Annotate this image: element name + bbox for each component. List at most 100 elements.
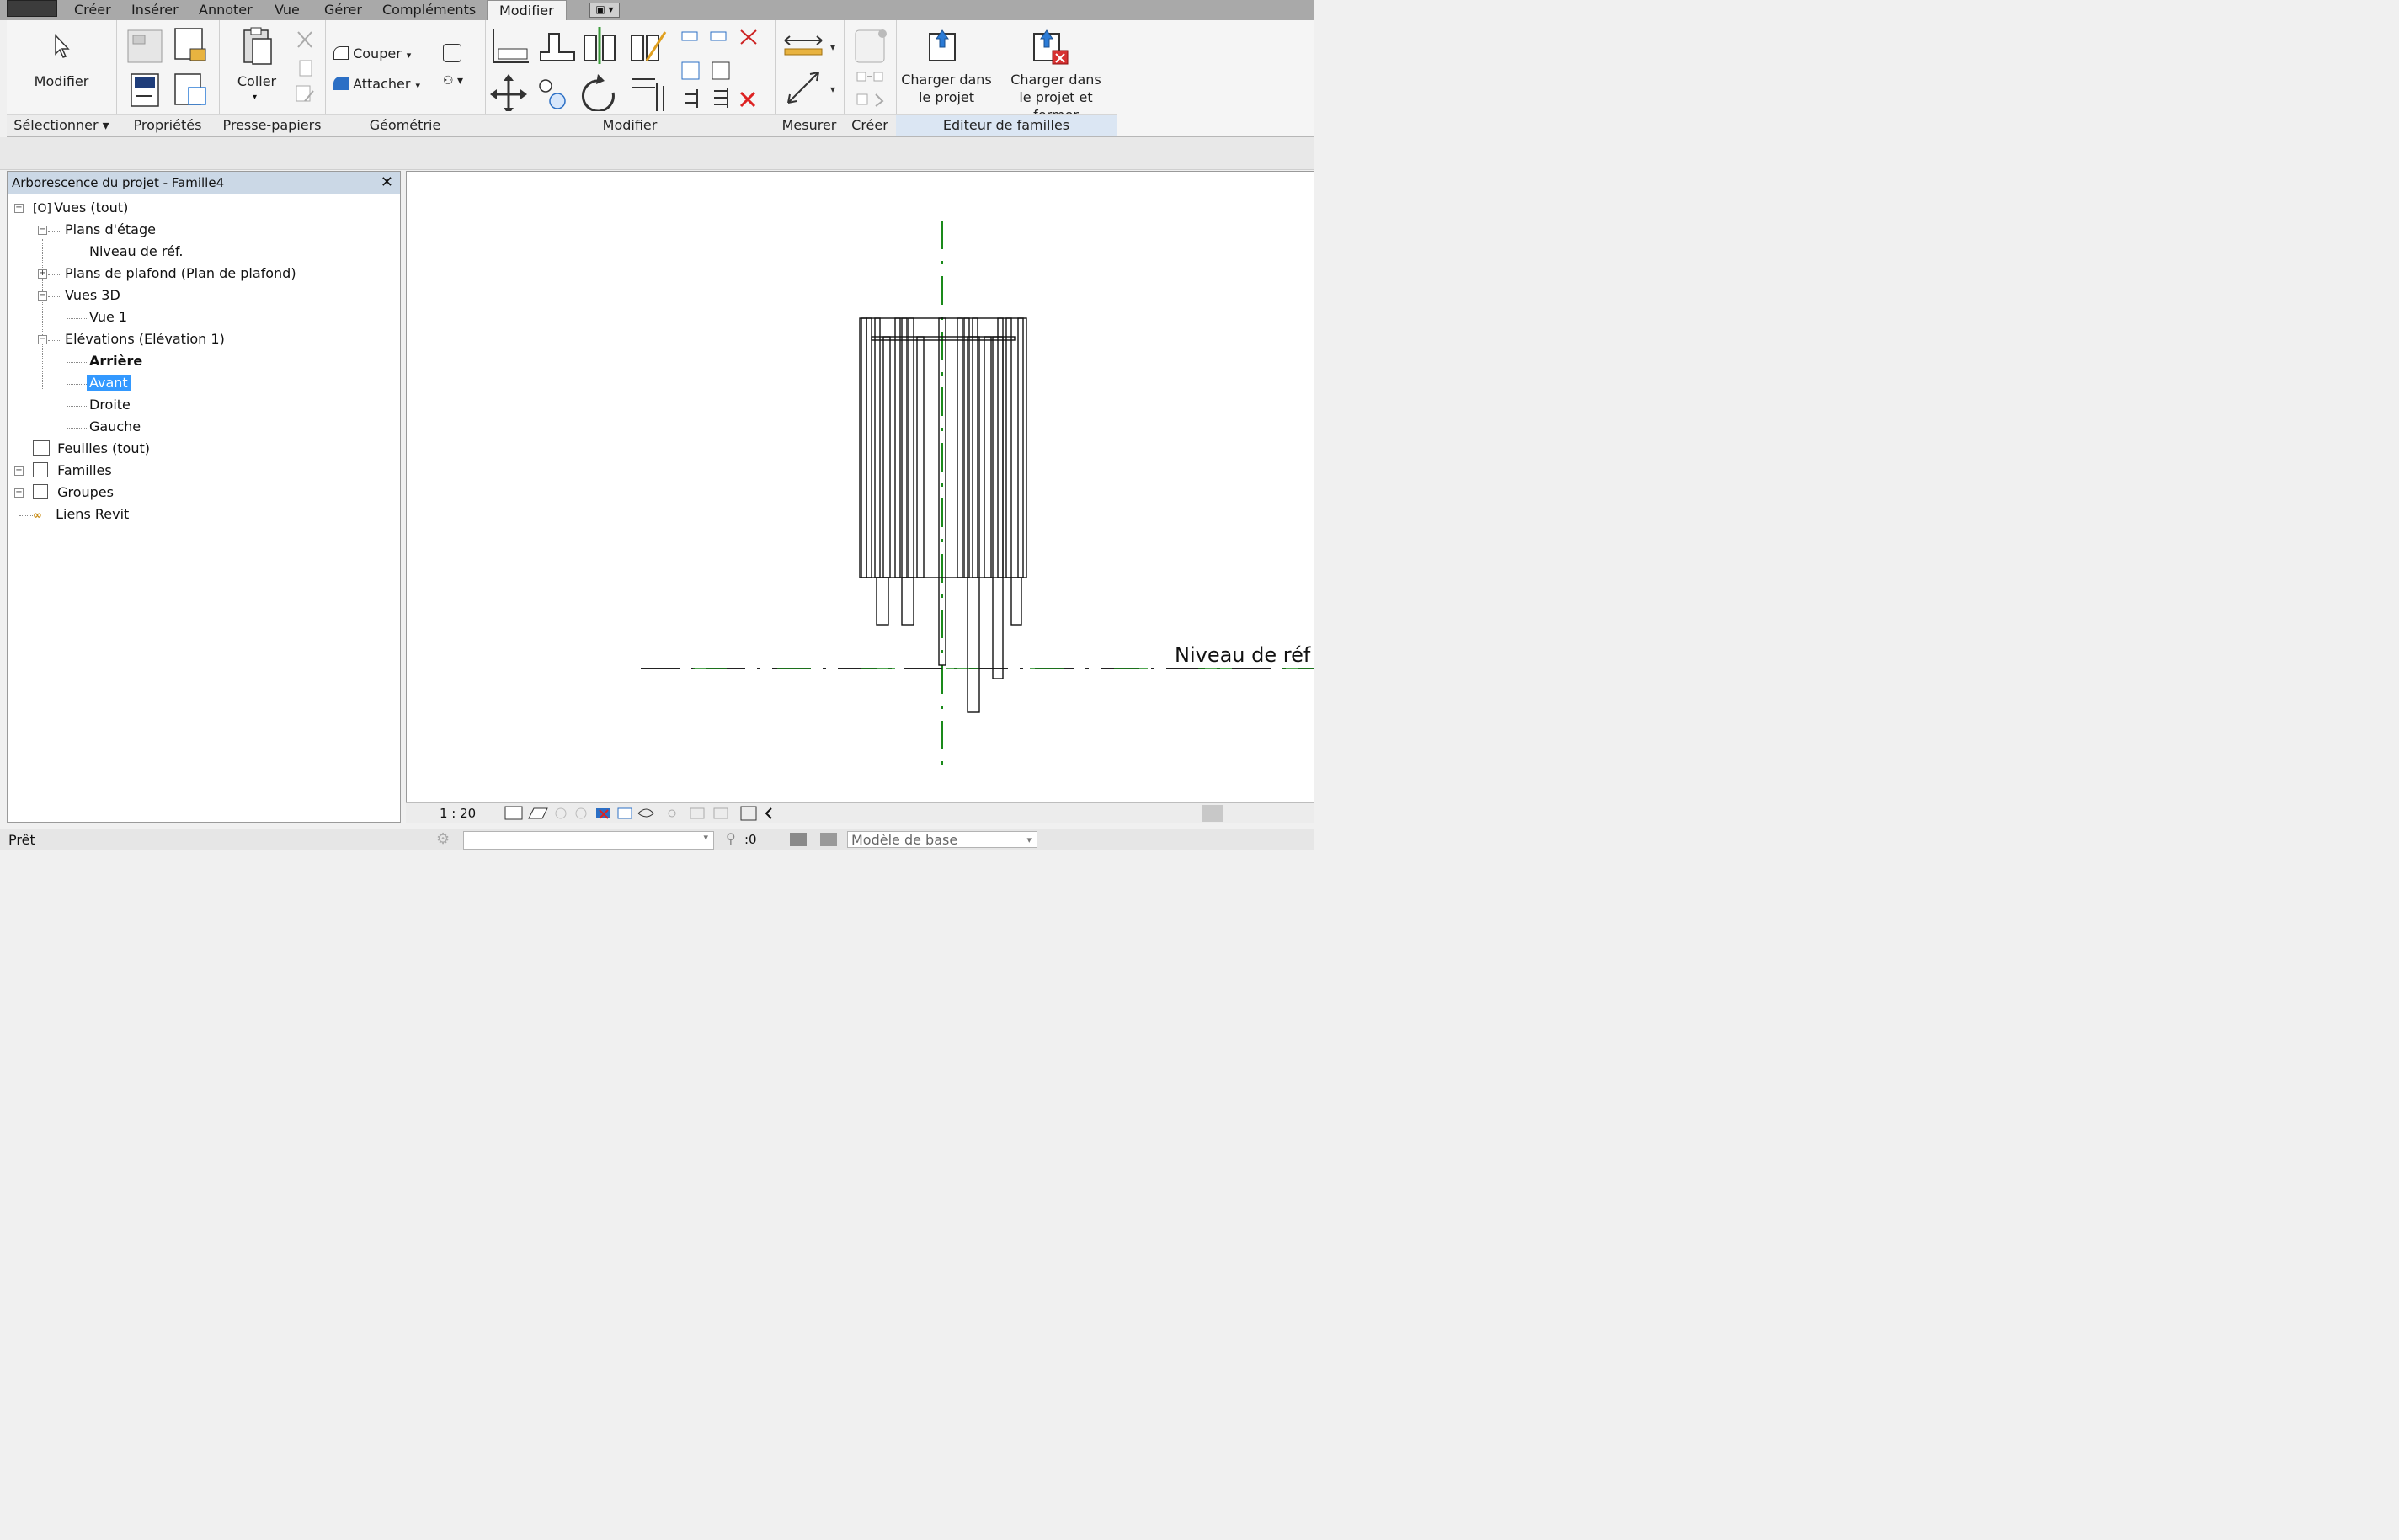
paste-dropdown-icon[interactable]: ▾ — [253, 93, 257, 102]
design-options-icon[interactable] — [820, 833, 837, 846]
tree-item-back[interactable]: Arrière — [89, 352, 142, 370]
tab-complements[interactable]: Compléments — [382, 2, 476, 18]
tree-item-views[interactable]: [O] Vues (tout) — [33, 199, 128, 218]
panel-measure: ▾ ▾ Mesurer — [775, 20, 845, 136]
cut-geometry-button[interactable]: Couper ▾ — [333, 45, 411, 61]
tree-item-left[interactable]: Gauche — [89, 418, 141, 436]
expand-ceiling-plans-icon[interactable]: + — [38, 269, 47, 279]
collapse-elevations-icon[interactable]: − — [38, 335, 47, 344]
cut-copy-icons[interactable] — [293, 29, 318, 106]
tree-line — [19, 515, 33, 516]
tree-item-groups[interactable]: Groupes — [33, 483, 114, 502]
editing-requests-icon[interactable] — [790, 833, 807, 846]
status-bar: Prêt ⚙ ▾ ⚲ :0 Modèle de base ▾ — [0, 829, 1314, 850]
tab-inserer[interactable]: Insérer — [131, 2, 179, 18]
view-scale[interactable]: 1 : 20 — [440, 806, 476, 821]
selection-filter-icon[interactable]: ⚲ — [726, 830, 736, 846]
status-text: Prêt — [8, 832, 35, 848]
panel-select: Modifier Sélectionner ▾ — [7, 20, 117, 136]
level-label: Niveau de réf — [1175, 643, 1311, 667]
drawing-canvas[interactable]: Niveau de réf — [406, 171, 1314, 803]
tab-creer[interactable]: Créer — [74, 2, 111, 18]
tree-item-3d-views[interactable]: Vues 3D — [65, 286, 120, 305]
tab-gerer[interactable]: Gérer — [324, 2, 362, 18]
panel-create: Créer — [844, 20, 897, 136]
view-control-icons[interactable] — [504, 805, 798, 822]
tree-line — [48, 340, 61, 341]
expand-families-icon[interactable]: + — [14, 466, 24, 476]
wall-joins-icon[interactable] — [443, 44, 461, 62]
tree-item-right[interactable]: Droite — [89, 396, 131, 414]
tree-label: Feuilles (tout) — [57, 440, 150, 456]
tree-item-ceiling-plans[interactable]: Plans de plafond (Plan de plafond) — [65, 264, 296, 283]
tree-item-front[interactable]: Avant — [87, 374, 131, 392]
tree-label-selected: Avant — [87, 375, 131, 391]
paste-button[interactable]: Coller — [227, 72, 286, 90]
close-icon[interactable]: ✕ — [381, 172, 393, 194]
tree-line — [67, 406, 87, 407]
application-button[interactable] — [7, 0, 57, 17]
tree-item-ref-level[interactable]: Niveau de réf. — [89, 242, 183, 261]
join-geometry-label: Attacher — [353, 76, 411, 92]
panel-properties: Propriétés — [116, 20, 220, 136]
tree-label: Groupes — [57, 484, 114, 500]
load-into-project-icon — [929, 29, 956, 61]
load-into-project-button[interactable]: Charger dans le projet — [896, 71, 997, 106]
project-browser-title: Arborescence du projet - Famille4 — [12, 175, 225, 190]
collapse-views-icon[interactable]: − — [14, 204, 24, 213]
workset-dropdown[interactable]: ▾ — [463, 831, 714, 850]
measure-icons[interactable]: ▾ ▾ — [781, 30, 840, 111]
tree-line — [48, 274, 61, 275]
horizontal-scrollbar-thumb[interactable] — [1202, 805, 1223, 822]
cut-geometry-label: Couper — [353, 45, 402, 61]
workset-icon[interactable]: ⚙ — [436, 830, 450, 848]
views-icon: [O] — [33, 202, 51, 216]
tree-item-families[interactable]: Familles — [33, 461, 112, 480]
panel-title-select[interactable]: Sélectionner ▾ — [7, 114, 116, 136]
ribbon: Modifier Sélectionner ▾ Propriétés Colle… — [7, 20, 1314, 137]
design-option-dropdown[interactable]: Modèle de base ▾ — [847, 831, 1037, 848]
tree-item-view-1[interactable]: Vue 1 — [89, 308, 127, 327]
options-bar — [0, 137, 1314, 170]
svg-text:▾: ▾ — [830, 83, 835, 95]
cursor-arrow-icon — [55, 34, 70, 58]
contextual-tab-dropdown-icon[interactable]: ▣ ▾ — [589, 3, 620, 18]
tree-item-floor-plans[interactable]: Plans d'étage — [65, 221, 156, 239]
selection-count: :0 — [744, 832, 757, 847]
tab-vue[interactable]: Vue — [275, 2, 300, 18]
modify-button[interactable]: Modifier — [7, 72, 116, 90]
tab-modifier[interactable]: Modifier — [487, 0, 567, 21]
design-option-value: Modèle de base — [851, 832, 958, 848]
sheets-icon — [33, 440, 50, 456]
tree-line — [67, 362, 87, 363]
modify-tools-icons[interactable] — [490, 27, 768, 111]
create-group-icons[interactable] — [852, 27, 889, 111]
load-and-close-icon — [1033, 29, 1069, 65]
tree-item-elevations[interactable]: Elévations (Elévation 1) — [65, 330, 225, 349]
panel-modify: Modifier — [485, 20, 776, 136]
load-into-project-label-line1: Charger dans — [901, 72, 992, 88]
collapse-3d-views-icon[interactable]: − — [38, 291, 47, 301]
panel-title-create: Créer — [844, 114, 896, 136]
svg-text:▾: ▾ — [830, 41, 835, 53]
join-geometry-button[interactable]: Attacher ▾ — [333, 76, 420, 92]
tab-annoter[interactable]: Annoter — [199, 2, 253, 18]
load-and-close-label-line1: Charger dans — [1010, 72, 1101, 88]
tree-label: Liens Revit — [56, 506, 130, 522]
tree-line — [48, 296, 61, 297]
tree-item-revit-links[interactable]: ∞ Liens Revit — [33, 505, 129, 525]
panel-clipboard: Coller ▾ Presse-papiers — [219, 20, 326, 136]
panel-geometry: Couper ▾ Attacher ▾ ⚇ ▾ Géométrie — [325, 20, 486, 136]
paste-icon — [243, 27, 272, 65]
split-face-icon[interactable]: ⚇ ▾ — [443, 74, 463, 88]
panel-title-properties: Propriétés — [116, 114, 219, 136]
panel-title-measure: Mesurer — [775, 114, 844, 136]
families-icon — [33, 462, 48, 477]
collapse-floor-plans-icon[interactable]: − — [38, 226, 47, 235]
tree-item-sheets[interactable]: Feuilles (tout) — [33, 440, 150, 458]
properties-icons[interactable] — [126, 27, 211, 111]
view-control-bar: 1 : 20 — [406, 802, 1314, 823]
panel-family-editor: Charger dans le projet Charger dans le p… — [896, 20, 1117, 136]
cut-geometry-icon — [333, 46, 349, 60]
expand-groups-icon[interactable]: + — [14, 488, 24, 498]
